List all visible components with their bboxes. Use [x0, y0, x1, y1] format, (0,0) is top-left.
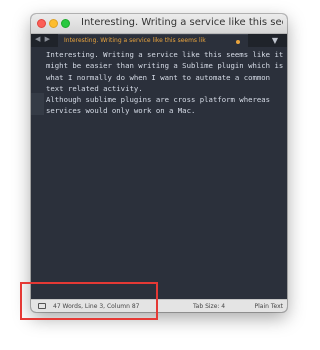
editor-paragraph-1[interactable]: Interesting. Writing a service like this…	[46, 49, 284, 94]
tab-size-status[interactable]: Tab Size: 4	[193, 303, 225, 310]
minimize-window-button[interactable]	[49, 19, 58, 28]
current-line-gutter-highlight	[31, 93, 44, 115]
tab-navigation-arrows-icon[interactable]: ◀ ▶	[35, 35, 51, 43]
title-bar: Interesting. Writing a service like this…	[31, 14, 287, 34]
close-window-button[interactable]	[37, 19, 46, 28]
annotation-highlight-box	[20, 282, 158, 320]
editor-paragraph-2[interactable]: Although sublime plugins are cross platf…	[46, 94, 284, 117]
tab-label: Interesting. Writing a service like this…	[64, 37, 206, 44]
maximize-window-button[interactable]	[61, 19, 70, 28]
window-title: Interesting. Writing a service like this…	[81, 17, 283, 28]
syntax-status[interactable]: Plain Text	[255, 303, 283, 310]
editor-gutter	[31, 47, 44, 300]
editor-area[interactable]: Interesting. Writing a service like this…	[31, 47, 287, 300]
editor-window: Interesting. Writing a service like this…	[31, 14, 287, 312]
chevron-down-icon[interactable]: ▼	[272, 36, 278, 45]
tab-bar: ◀ ▶ Interesting. Writing a service like …	[31, 34, 287, 47]
tab-active-document[interactable]: Interesting. Writing a service like this…	[58, 34, 248, 47]
unsaved-indicator-icon[interactable]	[236, 40, 240, 44]
